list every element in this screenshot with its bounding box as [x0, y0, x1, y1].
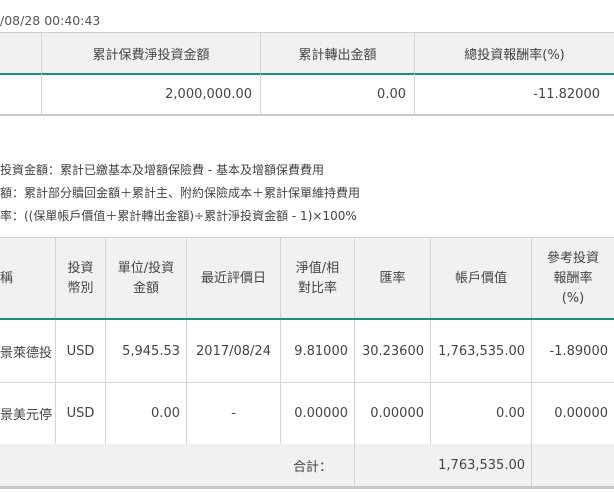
summary-value-total-return: -11.82000 [533, 87, 600, 102]
detail-header-fund-name: 稱 [0, 238, 56, 319]
note-transfer-out: 額：累計部分贖回金額＋累計主、附約保險成本＋累計保單維持費用 [0, 186, 361, 200]
row2-account-value: 0.00 [431, 382, 532, 444]
detail-header-label: 匯率 [379, 270, 406, 286]
detail-header-label: 稱 [0, 270, 14, 286]
detail-header-label: 帳戶價值 [454, 270, 507, 286]
row1-nav: 9.81000 [281, 320, 355, 382]
summary-header-total-return: 總投資報酬率(%) [415, 33, 614, 74]
summary-header-net-investment: 累計保費淨投資金額 [42, 33, 261, 74]
row2-exchange-rate: 0.00000 [355, 382, 431, 444]
row2-reference-return: 0.00000 [554, 405, 608, 421]
row1-units: 5,945.53 [106, 320, 187, 382]
detail-header-account-value: 帳戶價值 [431, 238, 532, 319]
timestamp: /08/28 00:40:43 [0, 13, 101, 28]
summary-bottom-border [0, 114, 614, 116]
row2-nav: 0.00000 [281, 382, 355, 444]
row1-valuation-date: 2017/08/24 [187, 320, 281, 382]
row2-currency: USD [56, 382, 106, 444]
summary-header-0 [0, 33, 42, 74]
detail-header-nav: 淨值/相 對比率 [281, 238, 355, 319]
summary-value-transfer-out: 0.00 [261, 74, 415, 115]
detail-header-label: 投資 幣別 [67, 260, 94, 296]
total-value: 1,763,535.00 [355, 444, 532, 487]
total-empty-cell [532, 444, 614, 487]
detail-header-label: 淨值/相 對比率 [295, 260, 340, 296]
row1-fund-name[interactable]: 景萊德投 [0, 320, 56, 382]
detail-header-valuation-date: 最近評價日 [187, 238, 281, 319]
detail-header-label: 最近評價日 [200, 270, 266, 286]
total-label: 合計： [0, 444, 355, 487]
detail-header-exchange-rate: 匯率 [355, 238, 431, 319]
detail-header-label: 參考投資 報酬率 (%) [546, 250, 599, 306]
detail-header-label: 單位/投資 金額 [117, 260, 175, 296]
row1-reference-return: -1.89000 [549, 343, 608, 359]
detail-header-units: 單位/投資 金額 [106, 238, 187, 319]
summary-value-net-investment: 2,000,000.00 [42, 74, 261, 115]
detail-header-currency: 投資 幣別 [56, 238, 106, 319]
note-net-investment: 投資金額：累計已繳基本及增額保險費 - 基本及增額保費費用 [0, 163, 324, 177]
summary-header-transfer-out: 累計轉出金額 [261, 33, 415, 74]
row1-currency: USD [56, 320, 106, 382]
detail-header-reference-return: 參考投資 報酬率 (%) [532, 238, 614, 319]
row2-valuation-date: - [187, 382, 281, 444]
row1-exchange-rate: 30.23600 [355, 320, 431, 382]
row2-units: 0.00 [106, 382, 187, 444]
summary-value-0 [0, 74, 42, 115]
detail-bottom-border [0, 486, 614, 489]
row1-account-value: 1,763,535.00 [431, 320, 532, 382]
row2-fund-name[interactable]: 景美元停 [0, 382, 56, 444]
note-return-rate: 率：((保單帳戶價值＋累計轉出金額)÷累計淨投資金額 - 1)×100% [0, 209, 357, 223]
